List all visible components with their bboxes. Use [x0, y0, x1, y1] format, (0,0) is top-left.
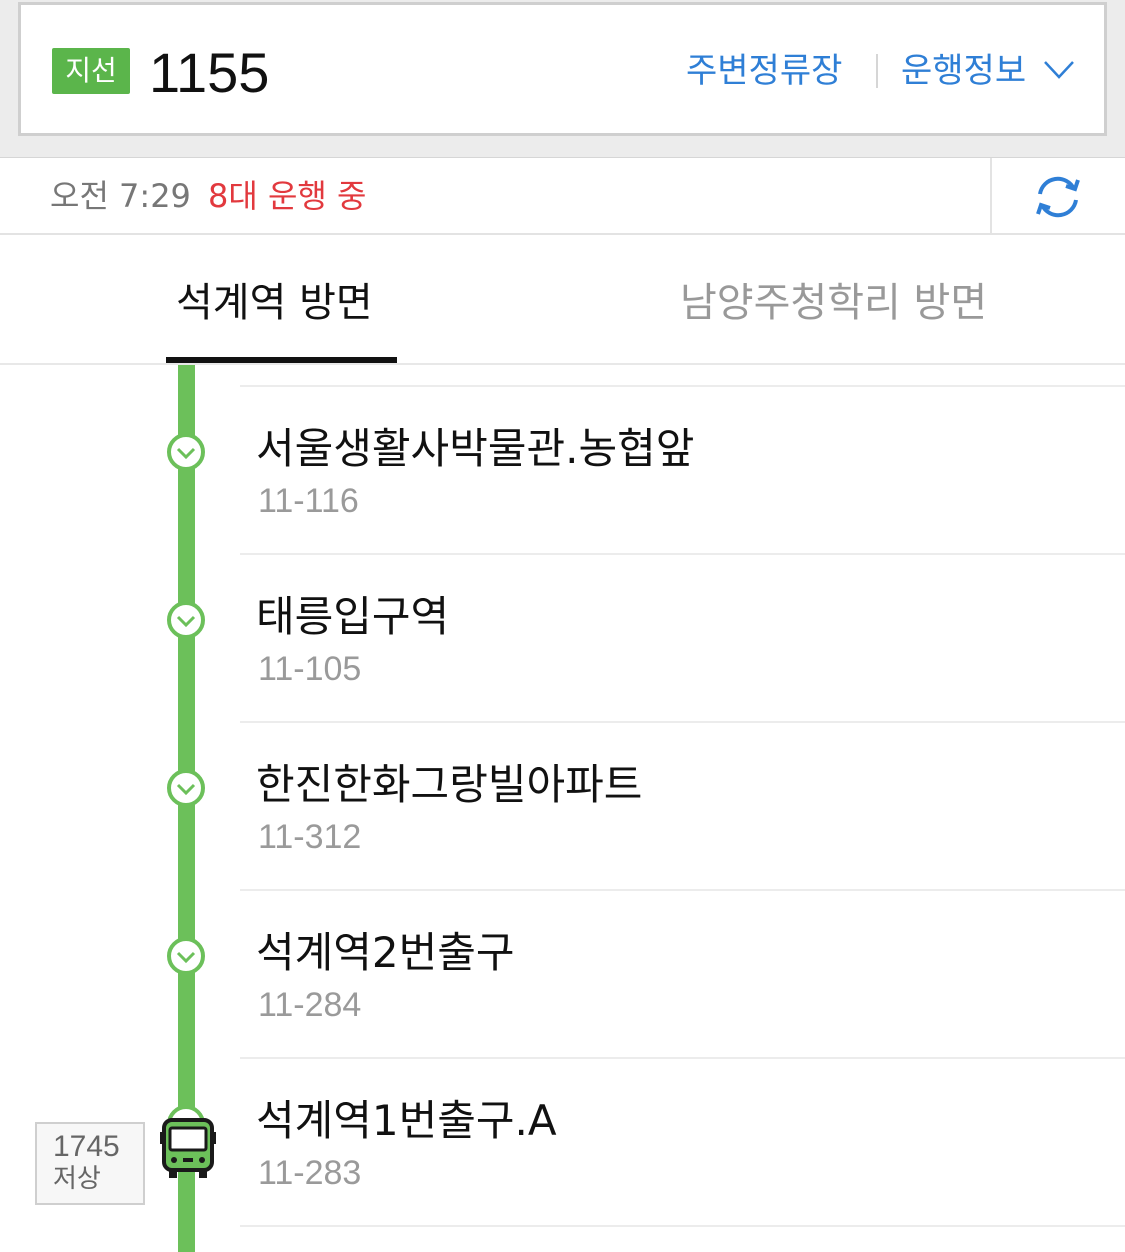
chevron-down-circle-icon — [167, 937, 205, 975]
route-info-link[interactable]: 운행정보 — [901, 47, 1026, 95]
route-header: 지선 1155 주변정류장 운행정보 — [18, 2, 1107, 136]
chevron-down-circle-icon — [167, 433, 205, 471]
bus-plate-number: 1745 — [53, 1130, 120, 1163]
stop-item[interactable]: 서울생활사박물관.농협앞 11-116 — [0, 365, 1125, 555]
stop-name: 석계역2번출구 — [256, 928, 515, 977]
bus-type: 저상 — [53, 1164, 101, 1194]
route-number: 1155 — [149, 41, 270, 104]
direction-tabs: 석계역 방면 남양주청학리 방면 — [0, 235, 1125, 365]
stop-name: 태릉입구역 — [256, 592, 450, 641]
chevron-down-circle-icon — [167, 601, 205, 639]
stop-id: 11-116 — [258, 482, 359, 520]
bus-info-label[interactable]: 1745 저상 — [35, 1122, 145, 1205]
list-divider — [240, 1225, 1125, 1227]
status-bar: 오전 7:29 8대 운행 중 — [0, 158, 1125, 235]
stop-name: 한진한화그랑빌아파트 — [256, 760, 643, 809]
stop-id: 11-105 — [258, 650, 362, 688]
header-link-divider — [876, 54, 878, 88]
status-divider — [990, 158, 992, 235]
status-time: 오전 7:29 — [50, 177, 191, 215]
chevron-down-circle-icon — [167, 769, 205, 807]
nearby-stops-link[interactable]: 주변정류장 — [686, 47, 842, 95]
route-header-area: 지선 1155 주변정류장 운행정보 — [0, 0, 1125, 158]
stop-item[interactable]: 태릉입구역 11-105 — [0, 533, 1125, 723]
stop-item[interactable]: 석계역2번출구 11-284 — [0, 869, 1125, 1059]
stop-id: 11-312 — [258, 818, 362, 856]
stop-item[interactable]: 한진한화그랑빌아파트 11-312 — [0, 701, 1125, 891]
bus-icon[interactable] — [158, 1116, 218, 1180]
tab-seokgye-direction[interactable]: 석계역 방면 — [176, 275, 373, 331]
stop-id: 11-284 — [258, 986, 362, 1024]
stop-id: 11-283 — [258, 1154, 362, 1192]
tab-namyangju-direction[interactable]: 남양주청학리 방면 — [680, 275, 987, 331]
active-tab-indicator — [166, 357, 397, 363]
chevron-down-icon[interactable] — [1043, 59, 1075, 81]
stop-name: 서울생활사박물관.농협앞 — [256, 424, 695, 473]
route-type-badge: 지선 — [52, 48, 130, 94]
stop-name: 석계역1번출구.A — [256, 1096, 557, 1145]
running-bus-count: 8대 운행 중 — [208, 177, 367, 215]
refresh-icon[interactable] — [1030, 172, 1086, 222]
